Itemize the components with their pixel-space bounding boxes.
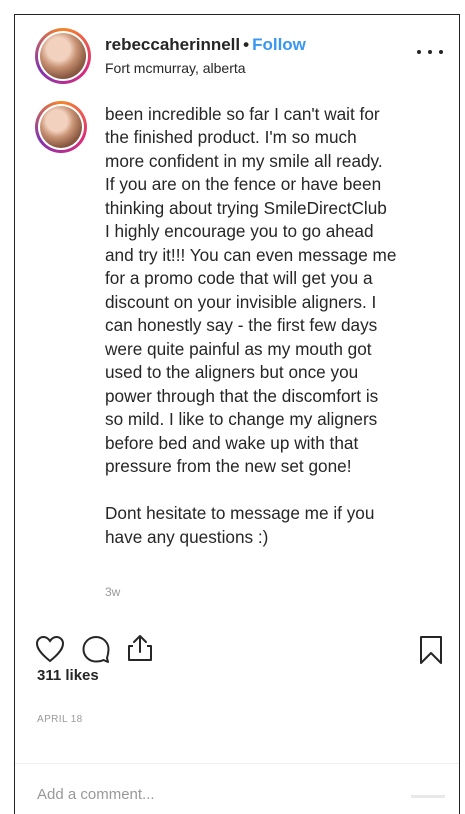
caption-area: been incredible so far I can't wait for t… xyxy=(15,95,459,615)
post-header: rebeccaherinnell • Follow Fort mcmurray, a… xyxy=(15,15,459,95)
post-comment-button[interactable] xyxy=(411,795,445,798)
follow-button[interactable]: Follow xyxy=(252,35,306,54)
caption-timestamp[interactable]: 3w xyxy=(105,585,120,599)
likes-count[interactable]: 311 likes xyxy=(37,667,99,684)
add-comment-input[interactable] xyxy=(37,786,417,803)
more-horizontal-icon xyxy=(417,50,421,54)
post-date[interactable]: APRIL 18 xyxy=(37,714,83,725)
save-button[interactable] xyxy=(419,635,443,665)
more-options-button[interactable] xyxy=(417,45,443,59)
comment-icon xyxy=(82,636,110,663)
profile-photo xyxy=(40,106,82,148)
like-button[interactable] xyxy=(35,635,65,663)
comment-bar xyxy=(15,763,459,814)
heart-icon xyxy=(35,635,65,663)
post-panel: rebeccaherinnell • Follow Fort mcmurray, a… xyxy=(14,14,460,814)
username-line: rebeccaherinnell • Follow xyxy=(105,35,306,55)
share-icon xyxy=(128,635,152,661)
bookmark-icon xyxy=(420,636,442,664)
avatar[interactable] xyxy=(35,28,91,84)
share-button[interactable] xyxy=(125,633,155,663)
profile-photo xyxy=(40,33,86,79)
separator-dot: • xyxy=(243,35,250,54)
location-link[interactable]: Fort mcmurray, alberta xyxy=(105,60,246,76)
caption-partial-line: been incredible so far I can't wait for xyxy=(105,103,380,124)
caption-text: been incredible so far I can't wait for t… xyxy=(105,95,445,549)
caption-avatar[interactable] xyxy=(35,101,87,153)
caption-body: the finished product. I'm so much more c… xyxy=(105,127,397,547)
comment-button[interactable] xyxy=(81,635,111,663)
username-link[interactable]: rebeccaherinnell xyxy=(105,35,240,54)
